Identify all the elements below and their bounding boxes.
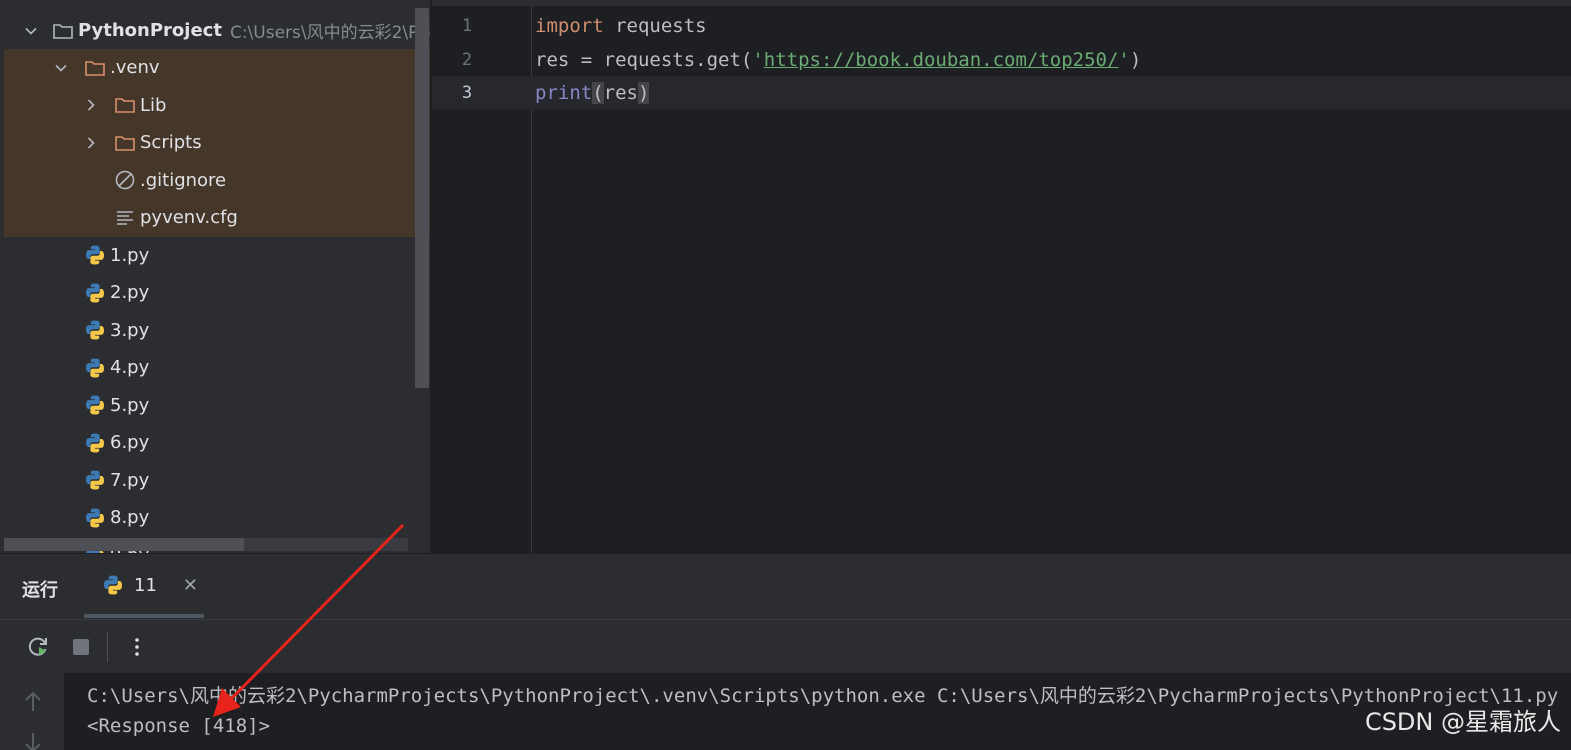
paren-token: ( xyxy=(592,81,604,104)
python-file-icon xyxy=(84,319,106,341)
tree-item-label: 2.py xyxy=(110,282,150,304)
tree-item-label: 8.py xyxy=(110,507,150,529)
run-tab-label: 11 xyxy=(134,574,157,596)
code-token: requests xyxy=(603,14,707,37)
tree-item-label: Scripts xyxy=(140,132,202,154)
more-options-button[interactable] xyxy=(124,634,150,660)
tree-root-project[interactable]: PythonProject C:\Users\风中的云彩2\PycharmPro… xyxy=(4,12,430,50)
python-file-icon xyxy=(84,244,106,266)
string-token: ' xyxy=(1118,48,1130,71)
code-token: res = requests.get( xyxy=(535,48,753,71)
run-console-output[interactable]: C:\Users\风中的云彩2\PycharmProjects\PythonPr… xyxy=(64,673,1571,750)
tree-file-pyvenv-cfg[interactable]: pyvenv.cfg xyxy=(4,199,430,237)
chevron-down-icon[interactable] xyxy=(24,24,38,38)
code-token: res xyxy=(603,81,638,104)
line-number: 2 xyxy=(461,49,473,70)
tree-folder-venv[interactable]: .venv xyxy=(4,49,430,87)
tree-item-label: 1.py xyxy=(110,244,150,266)
tree-file-py[interactable]: 1.py xyxy=(4,237,430,275)
active-tab-indicator xyxy=(84,614,204,618)
arrow-up-icon[interactable] xyxy=(18,687,48,717)
tree-horizontal-scroll-track xyxy=(244,538,408,551)
python-icon xyxy=(102,574,124,596)
tree-file-gitignore[interactable]: .gitignore xyxy=(4,161,430,199)
editor-tab-strip xyxy=(432,0,1571,6)
tree-item-label: 5.py xyxy=(110,394,150,416)
url-link[interactable]: https://book.douban.com/top250/ xyxy=(764,49,1119,71)
console-command-line: C:\Users\风中的云彩2\PycharmProjects\PythonPr… xyxy=(87,685,1559,707)
tree-folder-lib[interactable]: Lib xyxy=(4,86,430,124)
run-tool-window-header: 运行 11 ✕ xyxy=(0,553,1571,619)
tree-item-label: pyvenv.cfg xyxy=(140,207,238,229)
chevron-right-icon[interactable] xyxy=(84,136,98,150)
line-number: 1 xyxy=(461,15,473,36)
code-editor[interactable]: 1 import requests 2 res = requests.get('… xyxy=(432,0,1571,553)
tree-file-py[interactable]: 2.py xyxy=(4,274,430,312)
tree-item-label: 4.py xyxy=(110,357,150,379)
folder-icon xyxy=(52,20,74,42)
run-tab-11[interactable]: 11 ✕ xyxy=(102,574,198,596)
string-token: ' xyxy=(752,48,764,71)
code-token: ) xyxy=(1129,48,1142,71)
tree-item-label: Lib xyxy=(140,94,167,116)
chevron-right-icon[interactable] xyxy=(84,98,98,112)
tree-file-py[interactable]: 4.py xyxy=(4,349,430,387)
tree-file-py[interactable]: 7.py xyxy=(4,462,430,500)
console-output-line: <Response [418]> xyxy=(87,715,271,737)
paren-token: ) xyxy=(637,81,650,104)
code-line-2[interactable]: 2 res = requests.get('https://book.douba… xyxy=(432,43,1571,76)
builtin-token: print xyxy=(535,81,593,104)
code-text: import requests xyxy=(535,15,707,37)
project-path: C:\Users\风中的云彩2\PycharmProjects\PythonPr… xyxy=(229,23,430,44)
rerun-button[interactable] xyxy=(25,634,51,660)
folder-icon xyxy=(114,94,136,116)
code-text: print(res) xyxy=(535,81,650,104)
tree-file-py[interactable]: 8.py xyxy=(4,499,430,537)
rerun-icon xyxy=(28,637,47,656)
python-file-icon xyxy=(84,507,106,529)
tree-item-label: 7.py xyxy=(110,469,150,491)
watermark: CSDN @星霜旅人 xyxy=(1364,708,1561,736)
folder-icon xyxy=(114,132,136,154)
arrow-down-icon[interactable] xyxy=(18,731,48,750)
tree-file-py[interactable]: 6.py xyxy=(4,424,430,462)
run-toolbar xyxy=(0,619,1571,673)
stop-icon xyxy=(73,639,89,655)
python-file-icon xyxy=(84,282,106,304)
python-file-icon xyxy=(84,432,106,454)
tree-file-py[interactable]: 3.py xyxy=(4,312,430,350)
close-icon[interactable]: ✕ xyxy=(183,575,198,596)
tree-folder-scripts[interactable]: Scripts xyxy=(4,124,430,162)
python-file-icon xyxy=(84,469,106,491)
line-number: 3 xyxy=(461,82,473,103)
keyword-token: import xyxy=(535,14,604,37)
folder-icon xyxy=(84,57,106,79)
chevron-down-icon[interactable] xyxy=(54,61,68,75)
tree-item-label: .gitignore xyxy=(140,169,227,191)
console-side-toolbar xyxy=(0,673,64,750)
run-panel-title: 运行 xyxy=(22,580,58,601)
toolbar-separator xyxy=(107,632,108,662)
python-file-icon xyxy=(84,357,106,379)
stop-button[interactable] xyxy=(68,634,94,660)
tree-item-label: .venv xyxy=(110,57,160,79)
project-tool-window: PythonProject C:\Users\风中的云彩2\PycharmPro… xyxy=(0,0,430,553)
code-line-1[interactable]: 1 import requests xyxy=(432,9,1571,42)
python-file-icon xyxy=(84,394,106,416)
text-file-icon xyxy=(114,207,136,229)
ignored-file-icon xyxy=(114,169,136,191)
tree-item-label: 3.py xyxy=(110,319,150,341)
code-line-3[interactable]: 3 print(res) xyxy=(432,76,1571,109)
tree-horizontal-scrollbar[interactable] xyxy=(4,538,244,551)
more-vertical-icon xyxy=(135,638,139,656)
project-name: PythonProject xyxy=(78,20,222,42)
code-text: res = requests.get('https://book.douban.… xyxy=(535,49,1141,71)
tree-item-label: 6.py xyxy=(110,432,150,454)
tree-vertical-scrollbar[interactable] xyxy=(415,8,429,388)
tree-file-py[interactable]: 5.py xyxy=(4,387,430,425)
